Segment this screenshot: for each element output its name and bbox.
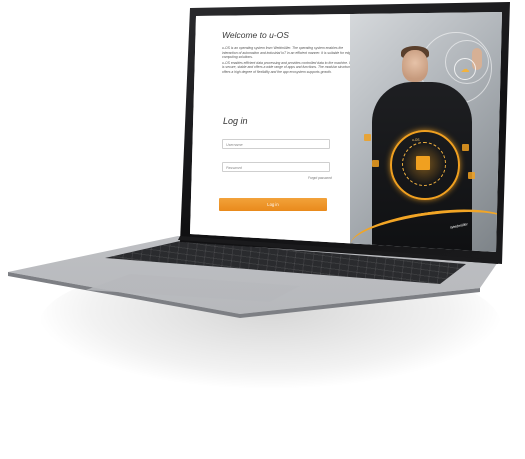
username-input[interactable]: Username — [222, 139, 330, 149]
login-panel: Welcome to u-OS u-OS is an operating sys… — [190, 12, 360, 252]
forgot-password-link[interactable]: Forgot password — [308, 176, 332, 180]
ring-label: u-OS — [412, 138, 420, 142]
intro-text: u-OS is an operating system from Weidmül… — [222, 46, 354, 76]
chip-icon — [416, 156, 430, 170]
intro-paragraph: u-OS enables efficient data processing a… — [222, 60, 352, 74]
intro-paragraph: u-OS is an operating system from Weidmül… — [222, 46, 353, 60]
person-head — [402, 50, 428, 82]
welcome-title: Welcome to u-OS — [222, 30, 289, 40]
product-photo: Welcome to u-OS u-OS is an operating sys… — [0, 0, 525, 459]
floating-tile — [468, 172, 475, 179]
login-button[interactable]: Log in — [219, 198, 327, 211]
floating-tile — [364, 134, 371, 141]
password-input[interactable]: Password — [222, 162, 330, 172]
laptop-screen: Welcome to u-OS u-OS is an operating sys… — [190, 12, 502, 252]
floating-tile — [372, 160, 379, 167]
floating-tile — [462, 144, 469, 151]
login-heading: Log in — [223, 116, 248, 126]
cloud-icon: ☁ — [454, 58, 476, 80]
hero-image: ☁ u-OS Weidmüller — [350, 12, 502, 252]
